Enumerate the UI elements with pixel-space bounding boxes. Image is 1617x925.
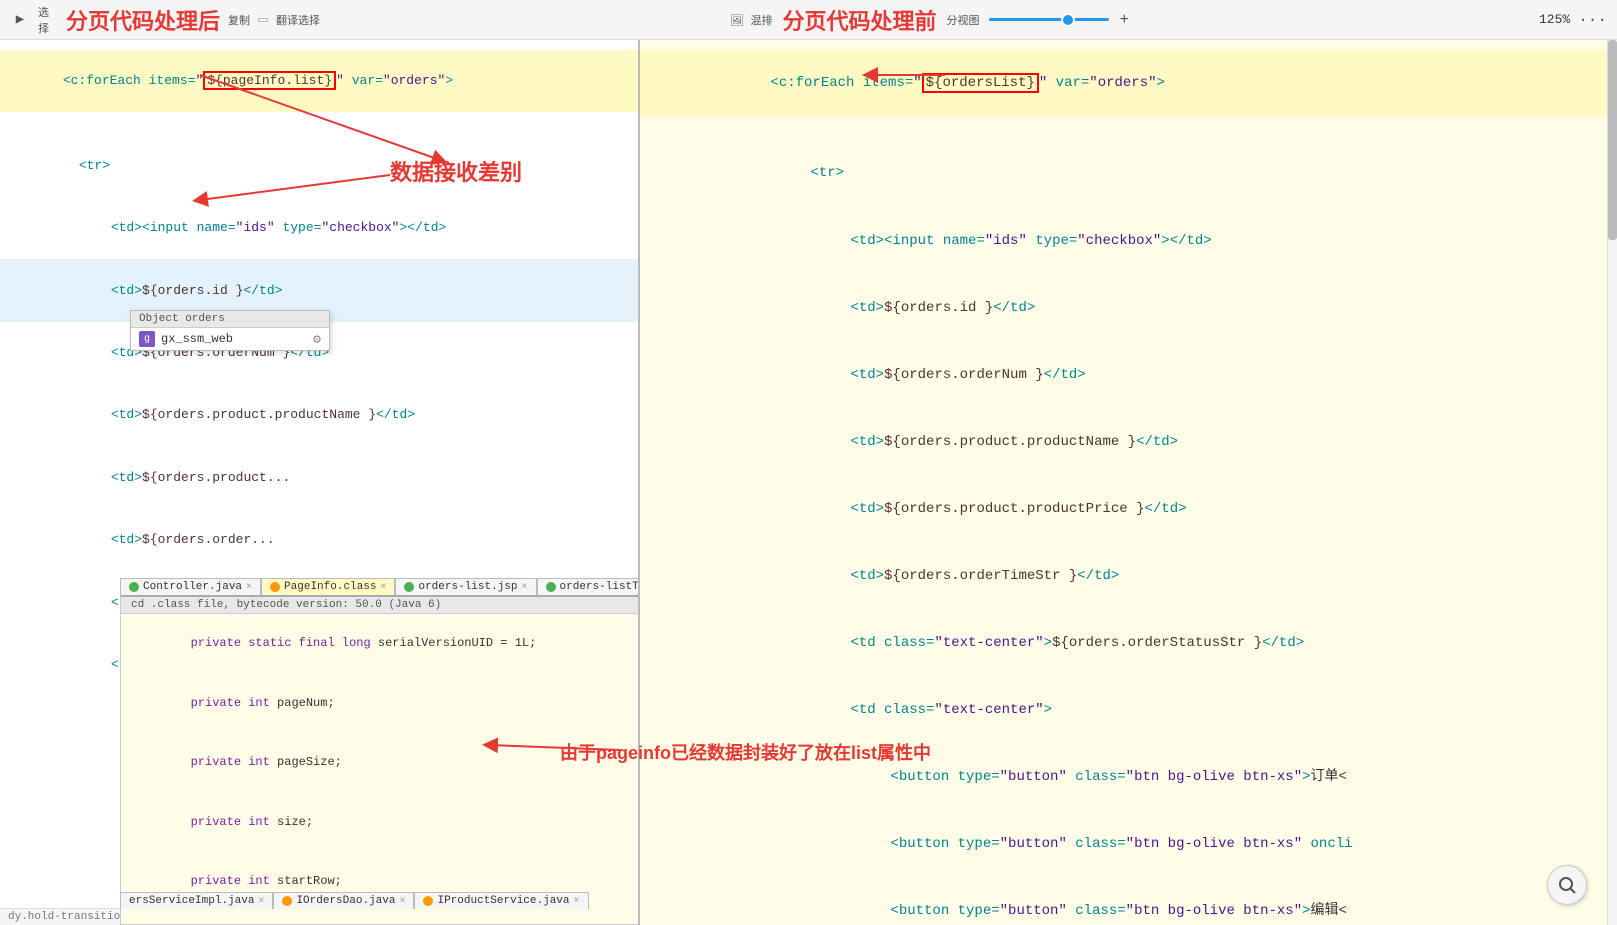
code-line-td-productname-right: <td>${orders.product.productName }</td> bbox=[640, 409, 1617, 476]
tab-service-impl[interactable]: ersServiceImpl.java × bbox=[120, 892, 273, 909]
tab-bar-2[interactable]: ersServiceImpl.java × IOrdersDao.java × … bbox=[120, 892, 589, 909]
code-line-foreach-left: <c:forEach items="${pageInfo.list}" var=… bbox=[0, 50, 638, 112]
java-line-6: private int endRow; bbox=[121, 912, 639, 925]
toolbar-right: 125% ··· bbox=[1539, 11, 1607, 29]
tab-label-service-impl: ersServiceImpl.java bbox=[129, 895, 254, 907]
search-icon bbox=[1557, 875, 1577, 895]
code-line-td-checkbox: <td><input name="ids" type="checkbox"></… bbox=[0, 197, 638, 259]
autocomplete-gear[interactable]: ⚙ bbox=[313, 332, 321, 347]
autocomplete-header: Object orders bbox=[131, 311, 329, 328]
code-line-td-productname: <td>${orders.product.productName }</td> bbox=[0, 384, 638, 446]
tab-label-orderslist: orders-list.jsp bbox=[418, 581, 517, 593]
cursor-icon[interactable]: ▶ bbox=[10, 10, 30, 30]
java-line-2: private int pageNum; bbox=[121, 674, 639, 734]
code-line-td-ordertimestr-right: <td>${orders.orderTimeStr }</td> bbox=[640, 543, 1617, 610]
tab-controller[interactable]: Controller.java × bbox=[120, 578, 261, 595]
java-popup-header: cd .class file, bytecode version: 50.0 (… bbox=[121, 597, 639, 614]
tab-close-pageinfo[interactable]: × bbox=[380, 582, 386, 593]
slider-container[interactable] bbox=[989, 18, 1109, 21]
autocomplete-popup: Object orders g gx_ssm_web ⚙ bbox=[130, 310, 330, 351]
code-tag: <c:forEach items= bbox=[63, 73, 196, 88]
tab-close-iorders-dao[interactable]: × bbox=[399, 896, 405, 907]
code-line-td-checkbox-right: <td><input name="ids" type="checkbox"></… bbox=[640, 208, 1617, 275]
code-line-tr: <tr> bbox=[0, 135, 638, 197]
tab-label-iorders-dao: IOrdersDao.java bbox=[296, 895, 395, 907]
title-right: 分页代码处理前 bbox=[782, 4, 936, 36]
more-btn[interactable]: ··· bbox=[1578, 11, 1607, 29]
screenshot-btn[interactable] bbox=[258, 18, 268, 22]
tab-close-orderslist[interactable]: × bbox=[522, 582, 528, 593]
code-line-td-center-right: <td class="text-center"> bbox=[640, 677, 1617, 744]
tab-label-pageinfo: PageInfo.class bbox=[284, 581, 376, 593]
tab-close-service-impl[interactable]: × bbox=[258, 896, 264, 907]
right-panel: <c:forEach items="${ordersList}" var="or… bbox=[640, 40, 1617, 925]
tab-label-controller: Controller.java bbox=[143, 581, 242, 593]
java-line-4: private int size; bbox=[121, 793, 639, 853]
java-popup: cd .class file, bytecode version: 50.0 (… bbox=[120, 595, 640, 925]
code-line-blank-right bbox=[640, 117, 1617, 141]
tab-iproduct-service[interactable]: IProductService.java × bbox=[414, 892, 588, 909]
zoom-level: 125% bbox=[1539, 12, 1570, 27]
tab-close-controller[interactable]: × bbox=[246, 582, 252, 593]
redbox-right: ${ordersList} bbox=[922, 73, 1039, 93]
tab-dot-iorders-dao bbox=[282, 896, 292, 906]
toolbar-left: ▶ 选择 分页代码处理后 复制 翻译选择 bbox=[10, 4, 320, 36]
code-line-td-product2: <td>${orders.product... bbox=[0, 447, 638, 509]
tab-dot-orderslisttest bbox=[546, 582, 556, 592]
title-left: 分页代码处理后 bbox=[66, 4, 220, 36]
right-scrollbar-thumb[interactable] bbox=[1608, 40, 1617, 240]
code-line-foreach-right: <c:forEach items="${ordersList}" var="or… bbox=[640, 50, 1617, 117]
autocomplete-label: gx_ssm_web bbox=[161, 332, 233, 346]
code-line-btn1-right: <button type="button" class="btn bg-oliv… bbox=[640, 744, 1617, 811]
toolbar: ▶ 选择 分页代码处理后 复制 翻译选择 🖼 混排 分页代码处理前 分视图 + … bbox=[0, 0, 1617, 40]
tab-close-iproduct-service[interactable]: × bbox=[574, 896, 580, 907]
slider[interactable] bbox=[989, 18, 1109, 21]
code-line-td-statusstr-right: <td class="text-center">${orders.orderSt… bbox=[640, 610, 1617, 677]
code-line-td-ordernum-right: <td>${orders.orderNum }</td> bbox=[640, 342, 1617, 409]
right-scrollbar[interactable] bbox=[1607, 40, 1617, 925]
copy-btn[interactable]: 复制 bbox=[228, 12, 250, 28]
autocomplete-icon: g bbox=[139, 331, 155, 347]
code-line-td-order2: <td>${orders.order... bbox=[0, 509, 638, 571]
code-line-td-id-right: <td>${orders.id }</td> bbox=[640, 275, 1617, 342]
redbox-left: ${pageInfo.list} bbox=[203, 71, 336, 90]
slider-thumb[interactable] bbox=[1061, 13, 1075, 27]
translate-btn[interactable]: 翻译选择 bbox=[276, 12, 320, 28]
code-line-btn3-right: <button type="button" class="btn bg-oliv… bbox=[640, 878, 1617, 925]
toolbar-icon-mix[interactable]: 🖼 混排 bbox=[730, 12, 773, 28]
autocomplete-item[interactable]: g gx_ssm_web ⚙ bbox=[131, 328, 329, 350]
code-line-btn2-right: <button type="button" class="btn bg-oliv… bbox=[640, 811, 1617, 878]
toolbar-icon-split[interactable]: 分视图 bbox=[946, 12, 979, 28]
select-icon[interactable]: 选择 bbox=[38, 10, 58, 30]
java-line-3: private int pageSize; bbox=[121, 733, 639, 793]
tab-pageinfo[interactable]: PageInfo.class × bbox=[261, 578, 395, 595]
code-line-tr-right: <tr> bbox=[640, 141, 1617, 208]
tab-iorders-dao[interactable]: IOrdersDao.java × bbox=[273, 892, 414, 909]
zoom-out-btn[interactable]: + bbox=[1119, 11, 1129, 29]
java-line-1: private static final long serialVersionU… bbox=[121, 614, 639, 674]
tab-label-iproduct-service: IProductService.java bbox=[437, 895, 569, 907]
code-line-td-productprice-right: <td>${orders.product.productPrice }</td> bbox=[640, 476, 1617, 543]
tab-bar[interactable]: Controller.java × PageInfo.class × order… bbox=[120, 578, 640, 595]
tab-label-orderslisttest: orders-listTest.jsp bbox=[560, 581, 640, 593]
tab-dot-orderslist bbox=[404, 582, 414, 592]
code-line-blank bbox=[0, 112, 638, 134]
search-fab[interactable] bbox=[1547, 865, 1587, 905]
tab-dot-pageinfo bbox=[270, 582, 280, 592]
left-panel: <c:forEach items="${pageInfo.list}" var=… bbox=[0, 40, 640, 925]
toolbar-center: 🖼 混排 分页代码处理前 分视图 + bbox=[330, 4, 1529, 36]
main-content: <c:forEach items="${pageInfo.list}" var=… bbox=[0, 40, 1617, 925]
tab-dot-controller bbox=[129, 582, 139, 592]
tab-orderslist[interactable]: orders-list.jsp × bbox=[395, 578, 536, 595]
tab-dot-iproduct-service bbox=[423, 896, 433, 906]
tab-orderslisttest[interactable]: orders-listTest.jsp × bbox=[537, 578, 640, 595]
